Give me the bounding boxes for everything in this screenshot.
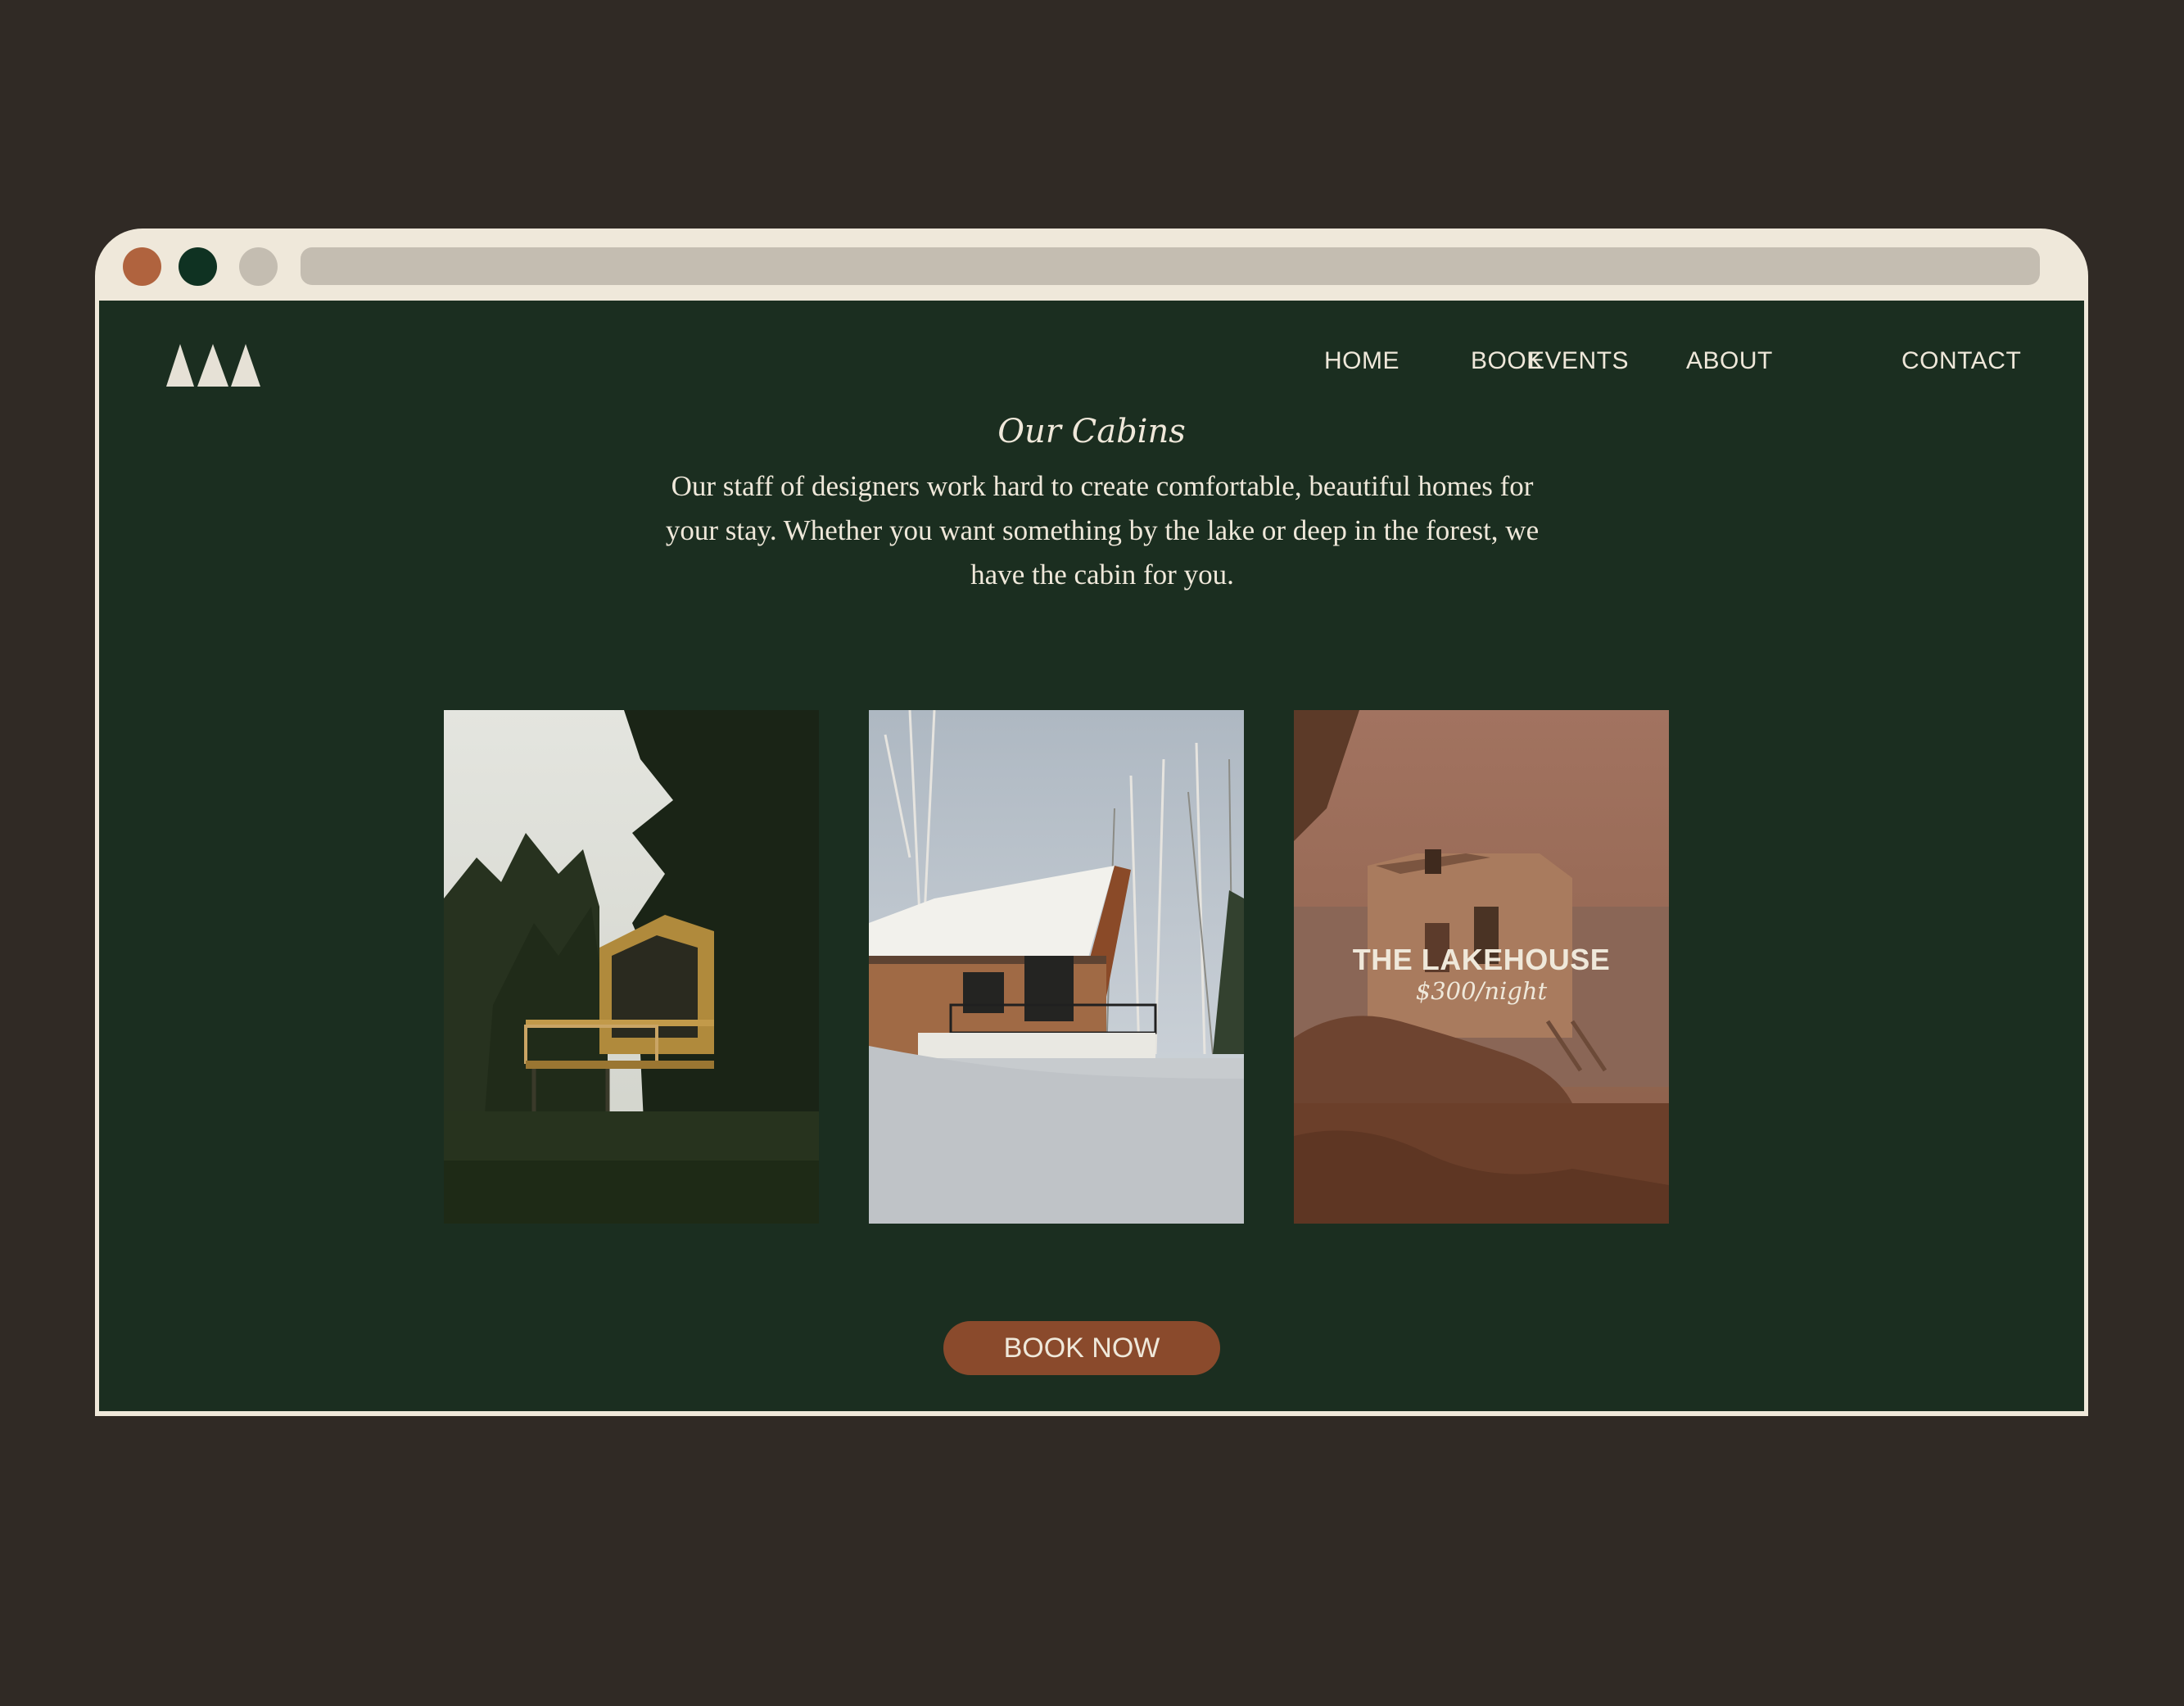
snowy-cabin-photo bbox=[869, 710, 1244, 1224]
browser-window: HOME BOOK EVENTS ABOUT CONTACT Our Cabin… bbox=[95, 229, 2088, 1416]
book-now-button[interactable]: BOOK NOW bbox=[943, 1321, 1220, 1375]
page-title: Our Cabins bbox=[997, 413, 1186, 450]
three-trees-logo[interactable] bbox=[166, 344, 260, 387]
forest-cabin-photo bbox=[444, 710, 819, 1224]
window-close-dot[interactable] bbox=[123, 247, 161, 286]
nav-about-link[interactable]: ABOUT bbox=[1686, 349, 1773, 373]
nav-events-link[interactable]: EVENTS bbox=[1528, 349, 1629, 373]
intro-paragraph: Our staff of designers work hard to crea… bbox=[665, 470, 1540, 591]
address-bar[interactable] bbox=[301, 247, 2040, 285]
cabin-card-forest[interactable] bbox=[444, 710, 819, 1224]
nav-home-link[interactable]: HOME bbox=[1324, 349, 1399, 373]
website-viewport: HOME BOOK EVENTS ABOUT CONTACT Our Cabin… bbox=[99, 301, 2084, 1411]
lakehouse-title: THE LAKEHOUSE bbox=[1352, 943, 1611, 976]
lakehouse-price: $300/night bbox=[1415, 977, 1548, 1005]
cabin-card-snow[interactable] bbox=[869, 710, 1244, 1224]
cabin-card-lakehouse[interactable]: THE LAKEHOUSE $300/night bbox=[1294, 710, 1669, 1224]
window-maximize-dot[interactable] bbox=[239, 247, 278, 286]
nav-contact-link[interactable]: CONTACT bbox=[1901, 349, 2021, 373]
window-minimize-dot[interactable] bbox=[179, 247, 217, 286]
